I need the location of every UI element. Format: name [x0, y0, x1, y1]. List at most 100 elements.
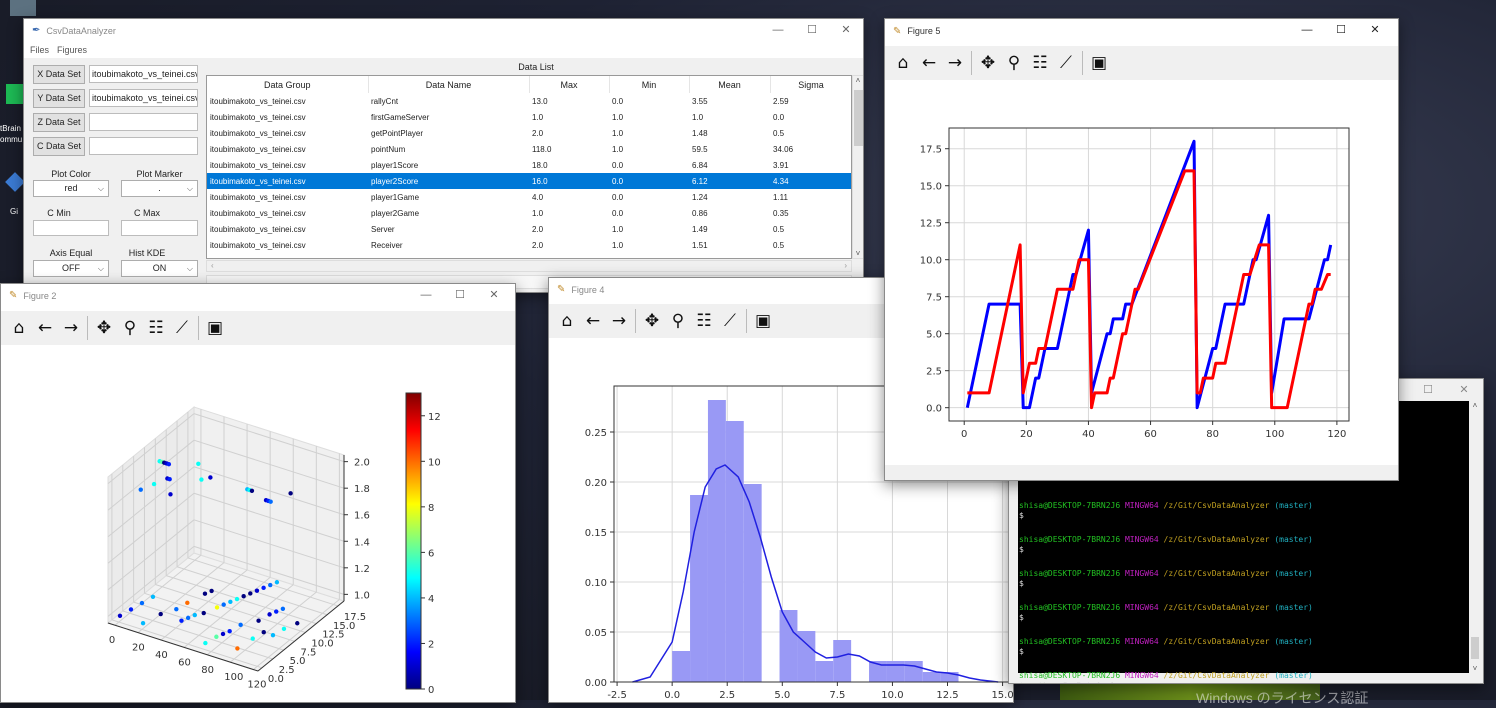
y-data-set-field[interactable]: itoubimakoto_vs_teinei.csv	[89, 89, 198, 107]
scroll-right-icon[interactable]: ›	[844, 261, 847, 270]
column-header[interactable]: Sigma	[770, 76, 851, 93]
desktop-icon-git[interactable]	[5, 172, 25, 192]
plot-marker-select[interactable]: . ⌵	[121, 180, 198, 197]
terminal-scrollbar[interactable]: ˄ ˅	[1469, 401, 1481, 673]
close-button[interactable]: ✕	[829, 19, 863, 42]
c-data-set-button[interactable]: C Data Set	[33, 137, 85, 156]
vertical-scrollbar[interactable]: ˄ ˅	[852, 75, 863, 259]
chevron-down-icon: ⌵	[97, 184, 104, 193]
table-cell: 0.0	[612, 192, 624, 202]
table-row[interactable]: itoubimakoto_vs_teinei.csv rallyCnt 13.0 0.…	[207, 93, 851, 109]
horizontal-scrollbar[interactable]: ‹ ›	[206, 260, 852, 272]
column-header[interactable]: Max	[529, 76, 610, 93]
scatter-point	[281, 626, 287, 632]
scrollbar-thumb[interactable]	[1471, 637, 1479, 659]
plot-color-select[interactable]: red ⌵	[33, 180, 109, 197]
scatter-point	[227, 628, 232, 634]
column-header[interactable]: Mean	[689, 76, 771, 93]
scatter-point	[168, 492, 173, 497]
histogram-bar	[725, 421, 744, 682]
table-cell: 16.0	[529, 173, 609, 189]
x-tick-label: 7.5	[829, 690, 845, 701]
column-header[interactable]: Data Group	[207, 76, 369, 93]
menu-figures[interactable]: Figures	[57, 42, 87, 58]
table-row[interactable]: itoubimakoto_vs_teinei.csv pointNum 118.0 1…	[207, 141, 851, 157]
table-cell: 13.0	[532, 96, 548, 106]
scatter-point	[117, 613, 123, 618]
scroll-left-icon[interactable]: ‹	[211, 261, 214, 270]
scroll-down-icon[interactable]: ˅	[853, 249, 863, 258]
scatter-point	[209, 588, 214, 594]
table-cell: 59.5	[692, 144, 708, 154]
hist-kde-select[interactable]: ON ⌵	[121, 260, 198, 277]
c-data-set-field[interactable]	[89, 137, 198, 155]
table-row[interactable]: itoubimakoto_vs_teinei.csv Server 2.0 1.0 1.…	[207, 221, 851, 237]
prompt-branch: (master)	[1274, 501, 1313, 510]
z-tick-label: 1.2	[354, 564, 370, 575]
z-data-set-field[interactable]	[89, 113, 198, 131]
table-row[interactable]: itoubimakoto_vs_teinei.csv player1Score 18…	[207, 157, 851, 173]
table-row[interactable]: itoubimakoto_vs_teinei.csv player2Game 1.0…	[207, 205, 851, 221]
prompt-branch: (master)	[1274, 569, 1313, 578]
table-cell: 1.0	[612, 224, 624, 234]
table-cell: 2.0	[532, 224, 544, 234]
table-row[interactable]: itoubimakoto_vs_teinei.csv getPointPlayer…	[207, 125, 851, 141]
table-cell: 118.0	[532, 144, 552, 154]
table-cell: 0.0	[612, 96, 624, 106]
scatter-point	[228, 599, 233, 605]
table-cell: itoubimakoto_vs_teinei.csv	[210, 208, 306, 218]
scrollbar-thumb[interactable]	[854, 90, 863, 146]
close-button[interactable]: ✕	[1447, 379, 1481, 402]
hist-kde-label: Hist KDE	[128, 248, 166, 258]
scatter-point	[214, 634, 219, 639]
maximize-button[interactable]: ☐	[1411, 379, 1445, 402]
column-header[interactable]: Data Name	[368, 76, 530, 93]
table-cell: 1.11	[773, 192, 788, 202]
scatter-point	[185, 615, 191, 621]
x-tick-label: 60	[1144, 429, 1157, 440]
x-data-set-button[interactable]: X Data Set	[33, 65, 85, 84]
table-cell: 18.0	[532, 160, 548, 170]
z-data-set-button[interactable]: Z Data Set	[33, 113, 85, 132]
y-tick-label: 0.00	[585, 678, 607, 689]
minimize-button[interactable]: —	[761, 19, 795, 42]
histogram-bar	[707, 400, 726, 682]
menu-files[interactable]: Files	[30, 42, 49, 58]
desktop-icon-jetbrains[interactable]	[6, 84, 24, 104]
y-data-set-button[interactable]: Y Data Set	[33, 89, 85, 108]
terminal-prompt: shisa@DESKTOP-7BRN2J6 MINGW64 /z/Git/Csv…	[1019, 569, 1469, 579]
table-row[interactable]: itoubimakoto_vs_teinei.csv firstGameServe…	[207, 109, 851, 125]
x-tick-label: 15.0	[991, 690, 1013, 701]
scatter-point	[214, 605, 220, 610]
scatter-point	[268, 582, 273, 588]
maximize-button[interactable]: ☐	[795, 19, 829, 42]
x-data-set-field[interactable]: itoubimakoto_vs_teinei.csv	[89, 65, 198, 83]
scatter-point	[158, 611, 163, 617]
scroll-up-icon[interactable]: ˄	[1469, 401, 1481, 410]
table-cell: 4.0	[532, 192, 544, 202]
table-cell: rallyCnt	[371, 96, 399, 106]
prompt-path: /z/Git/CsvDataAnalyzer	[1163, 603, 1270, 612]
x-tick-label: 120	[247, 680, 266, 691]
scroll-up-icon[interactable]: ˄	[853, 76, 863, 85]
scroll-down-icon[interactable]: ˅	[1469, 664, 1481, 673]
desktop-icon-recycle-bin[interactable]	[10, 0, 36, 16]
c-max-field[interactable]	[121, 220, 198, 236]
csv-data-analyzer-window: ✒ CsvDataAnalyzer — ☐ ✕ Files Figures X D…	[23, 18, 864, 293]
column-header[interactable]: Min	[609, 76, 690, 93]
y-tick-label: 15.0	[920, 182, 942, 193]
scatter-point	[150, 594, 156, 599]
prompt-branch: (master)	[1274, 603, 1313, 612]
scatter-point	[254, 588, 260, 593]
table-row[interactable]: itoubimakoto_vs_teinei.csv Receiver 2.0 1.0…	[207, 237, 851, 253]
axis-equal-select[interactable]: OFF ⌵	[33, 260, 109, 277]
table-cell: 2.0	[532, 240, 544, 250]
c-min-field[interactable]	[33, 220, 109, 236]
prompt-branch: (master)	[1274, 637, 1313, 646]
table-cell: itoubimakoto_vs_teinei.csv	[210, 160, 306, 170]
x-tick-label: 80	[1206, 429, 1219, 440]
table-row[interactable]: itoubimakoto_vs_teinei.csv player2Score 16…	[207, 173, 851, 189]
y-tick-label: 0.10	[585, 578, 607, 589]
histogram-bar	[886, 661, 905, 682]
table-row[interactable]: itoubimakoto_vs_teinei.csv player1Game 4.0…	[207, 189, 851, 205]
